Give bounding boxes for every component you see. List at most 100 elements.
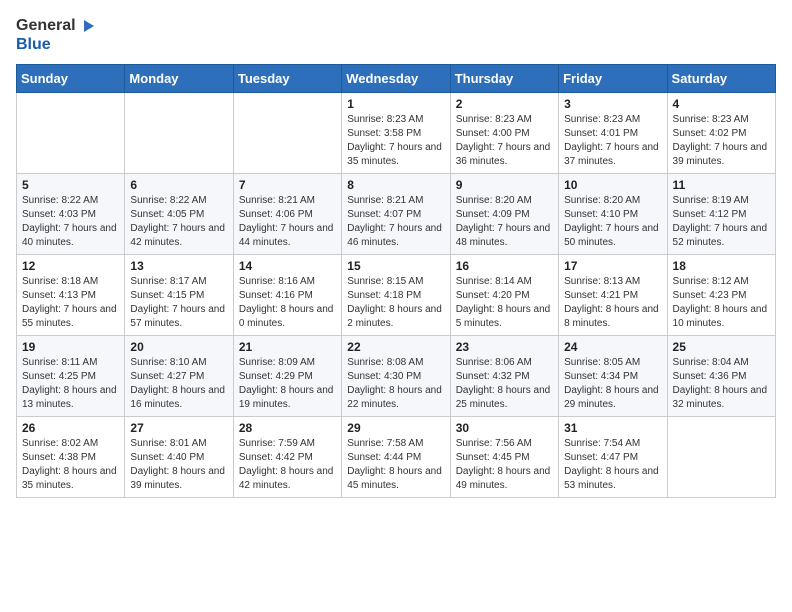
day-number: 21 — [239, 340, 336, 354]
calendar-cell: 6 Sunrise: 8:22 AM Sunset: 4:05 PM Daylig… — [125, 173, 233, 254]
day-number: 20 — [130, 340, 227, 354]
calendar-cell: 20Sunrise: 8:10 AM Sunset: 4:27 PM Dayli… — [125, 335, 233, 416]
day-number: 15 — [347, 259, 444, 273]
day-number: 9 — [456, 178, 553, 192]
day-number: 28 — [239, 421, 336, 435]
day-number: 14 — [239, 259, 336, 273]
weekday-header-monday: Monday — [125, 64, 233, 92]
logo-wrap: GeneralBlue — [16, 16, 96, 54]
day-number: 31 — [564, 421, 661, 435]
calendar-cell: 11 Sunrise: 8:19 AM Sunset: 4:12 PM Dayli… — [667, 173, 775, 254]
day-info: Sunrise: 7:58 AM Sunset: 4:44 PM Dayligh… — [347, 437, 444, 493]
week-row-4: 19 Sunrise: 8:11 AM Sunset: 4:25 PM Dayli… — [17, 335, 776, 416]
calendar-cell: 13 Sunrise: 8:17 AM Sunset: 4:15 PM Dayli… — [125, 254, 233, 335]
day-info: Sunrise: 8:13 AM Sunset: 4:21 PM Dayligh… — [564, 275, 661, 331]
day-info: Sunrise: 7:54 AM Sunset: 4:47 PM Dayligh… — [564, 437, 661, 493]
day-info: Sunrise: 8:06 AM Sunset: 4:32 PM Dayligh… — [456, 356, 553, 412]
day-number: 17 — [564, 259, 661, 273]
calendar-cell: 8 Sunrise: 8:21 AM Sunset: 4:07 PM Daylig… — [342, 173, 450, 254]
day-info: Sunrise: 8:21 AM Sunset: 4:07 PM Dayligh… — [347, 194, 444, 250]
day-number: 4 — [673, 97, 770, 111]
calendar-table: SundayMondayTuesdayWednesdayThursdayFrid… — [16, 64, 776, 498]
calendar-cell: 31 Sunrise: 7:54 AM Sunset: 4:47 PM Dayli… — [559, 416, 667, 497]
day-info: Sunrise: 8:22 AM Sunset: 4:03 PM Dayligh… — [22, 194, 119, 250]
weekday-header-sunday: Sunday — [17, 64, 125, 92]
weekday-header-friday: Friday — [559, 64, 667, 92]
calendar-cell: 2Sunrise: 8:23 AM Sunset: 4:00 PM Daylig… — [450, 92, 558, 173]
calendar-cell: 9 Sunrise: 8:20 AM Sunset: 4:09 PM Daylig… — [450, 173, 558, 254]
day-info: Sunrise: 8:20 AM Sunset: 4:10 PM Dayligh… — [564, 194, 661, 250]
calendar-cell — [17, 92, 125, 173]
day-info: Sunrise: 8:23 AM Sunset: 3:58 PM Dayligh… — [347, 113, 444, 169]
day-number: 12 — [22, 259, 119, 273]
day-info: Sunrise: 8:17 AM Sunset: 4:15 PM Dayligh… — [130, 275, 227, 331]
logo-arrow-icon — [76, 16, 96, 36]
day-info: Sunrise: 8:19 AM Sunset: 4:12 PM Dayligh… — [673, 194, 770, 250]
calendar-cell: 14Sunrise: 8:16 AM Sunset: 4:16 PM Dayli… — [233, 254, 341, 335]
calendar-cell: 5 Sunrise: 8:22 AM Sunset: 4:03 PM Daylig… — [17, 173, 125, 254]
weekday-header-thursday: Thursday — [450, 64, 558, 92]
logo-general-text: General — [16, 17, 76, 35]
day-number: 6 — [130, 178, 227, 192]
weekday-header-tuesday: Tuesday — [233, 64, 341, 92]
day-number: 13 — [130, 259, 227, 273]
calendar-cell: 26Sunrise: 8:02 AM Sunset: 4:38 PM Dayli… — [17, 416, 125, 497]
calendar-cell: 3 Sunrise: 8:23 AM Sunset: 4:01 PM Daylig… — [559, 92, 667, 173]
calendar-cell: 27 Sunrise: 8:01 AM Sunset: 4:40 PM Dayli… — [125, 416, 233, 497]
calendar-cell: 4Sunrise: 8:23 AM Sunset: 4:02 PM Daylig… — [667, 92, 775, 173]
calendar-cell: 19 Sunrise: 8:11 AM Sunset: 4:25 PM Dayli… — [17, 335, 125, 416]
calendar-cell: 17 Sunrise: 8:13 AM Sunset: 4:21 PM Dayli… — [559, 254, 667, 335]
day-info: Sunrise: 8:20 AM Sunset: 4:09 PM Dayligh… — [456, 194, 553, 250]
calendar-cell: 7 Sunrise: 8:21 AM Sunset: 4:06 PM Daylig… — [233, 173, 341, 254]
calendar-cell: 18 Sunrise: 8:12 AM Sunset: 4:23 PM Dayli… — [667, 254, 775, 335]
calendar-cell: 16Sunrise: 8:14 AM Sunset: 4:20 PM Dayli… — [450, 254, 558, 335]
day-info: Sunrise: 8:23 AM Sunset: 4:01 PM Dayligh… — [564, 113, 661, 169]
day-info: Sunrise: 7:56 AM Sunset: 4:45 PM Dayligh… — [456, 437, 553, 493]
calendar-cell: 1 Sunrise: 8:23 AM Sunset: 3:58 PM Daylig… — [342, 92, 450, 173]
day-number: 5 — [22, 178, 119, 192]
day-info: Sunrise: 8:09 AM Sunset: 4:29 PM Dayligh… — [239, 356, 336, 412]
day-number: 27 — [130, 421, 227, 435]
logo-blue-text: Blue — [16, 36, 51, 53]
day-info: Sunrise: 8:22 AM Sunset: 4:05 PM Dayligh… — [130, 194, 227, 250]
calendar-cell: 15 Sunrise: 8:15 AM Sunset: 4:18 PM Dayli… — [342, 254, 450, 335]
header: GeneralBlue — [16, 16, 776, 54]
day-info: Sunrise: 8:01 AM Sunset: 4:40 PM Dayligh… — [130, 437, 227, 493]
calendar-cell: 24Sunrise: 8:05 AM Sunset: 4:34 PM Dayli… — [559, 335, 667, 416]
calendar-cell: 30 Sunrise: 7:56 AM Sunset: 4:45 PM Dayli… — [450, 416, 558, 497]
calendar-cell — [125, 92, 233, 173]
weekday-header-row: SundayMondayTuesdayWednesdayThursdayFrid… — [17, 64, 776, 92]
logo: GeneralBlue — [16, 16, 96, 54]
day-number: 8 — [347, 178, 444, 192]
day-info: Sunrise: 8:12 AM Sunset: 4:23 PM Dayligh… — [673, 275, 770, 331]
day-info: Sunrise: 8:14 AM Sunset: 4:20 PM Dayligh… — [456, 275, 553, 331]
weekday-header-saturday: Saturday — [667, 64, 775, 92]
calendar-cell: 10 Sunrise: 8:20 AM Sunset: 4:10 PM Dayli… — [559, 173, 667, 254]
day-number: 29 — [347, 421, 444, 435]
day-info: Sunrise: 8:15 AM Sunset: 4:18 PM Dayligh… — [347, 275, 444, 331]
calendar-cell: 25 Sunrise: 8:04 AM Sunset: 4:36 PM Dayli… — [667, 335, 775, 416]
calendar-cell — [233, 92, 341, 173]
week-row-5: 26Sunrise: 8:02 AM Sunset: 4:38 PM Dayli… — [17, 416, 776, 497]
day-number: 25 — [673, 340, 770, 354]
calendar-cell: 22Sunrise: 8:08 AM Sunset: 4:30 PM Dayli… — [342, 335, 450, 416]
day-number: 18 — [673, 259, 770, 273]
day-number: 30 — [456, 421, 553, 435]
calendar-cell — [667, 416, 775, 497]
week-row-3: 12Sunrise: 8:18 AM Sunset: 4:13 PM Dayli… — [17, 254, 776, 335]
day-info: Sunrise: 7:59 AM Sunset: 4:42 PM Dayligh… — [239, 437, 336, 493]
day-number: 3 — [564, 97, 661, 111]
weekday-header-wednesday: Wednesday — [342, 64, 450, 92]
day-info: Sunrise: 8:21 AM Sunset: 4:06 PM Dayligh… — [239, 194, 336, 250]
day-number: 19 — [22, 340, 119, 354]
day-info: Sunrise: 8:04 AM Sunset: 4:36 PM Dayligh… — [673, 356, 770, 412]
day-number: 7 — [239, 178, 336, 192]
day-number: 10 — [564, 178, 661, 192]
day-info: Sunrise: 8:23 AM Sunset: 4:00 PM Dayligh… — [456, 113, 553, 169]
day-info: Sunrise: 8:05 AM Sunset: 4:34 PM Dayligh… — [564, 356, 661, 412]
day-info: Sunrise: 8:11 AM Sunset: 4:25 PM Dayligh… — [22, 356, 119, 412]
calendar-cell: 12Sunrise: 8:18 AM Sunset: 4:13 PM Dayli… — [17, 254, 125, 335]
day-number: 1 — [347, 97, 444, 111]
day-number: 23 — [456, 340, 553, 354]
day-number: 11 — [673, 178, 770, 192]
